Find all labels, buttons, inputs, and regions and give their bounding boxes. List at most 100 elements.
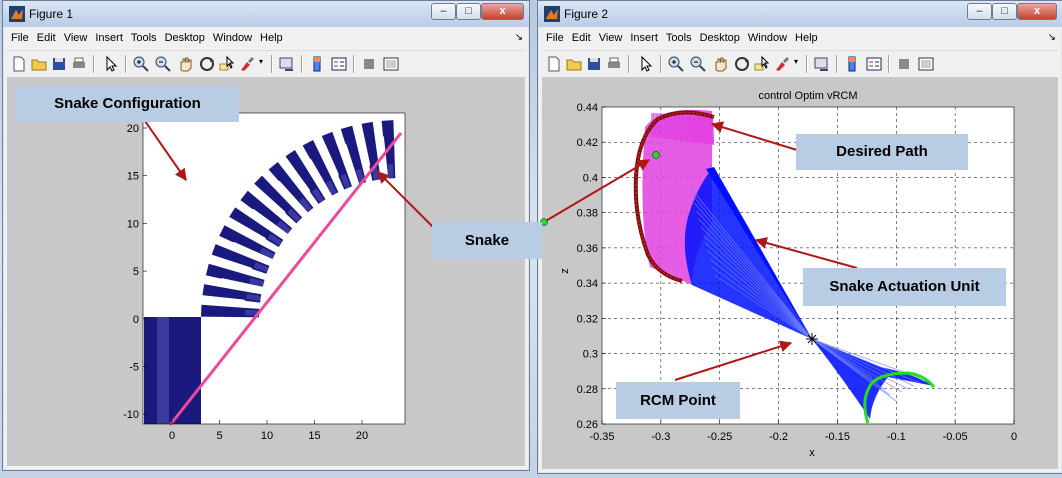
menu-edit[interactable]: Edit <box>568 28 595 44</box>
menu-file[interactable]: File <box>542 28 568 44</box>
pan-hand-icon[interactable] <box>175 54 195 74</box>
y-tick-label: 20 <box>127 123 139 135</box>
y-tick-label: 0.34 <box>577 278 598 290</box>
figure1-menubar: File Edit View Insert Tools Desktop Window Help… <box>7 28 525 49</box>
maximize-button[interactable]: □ <box>456 3 481 20</box>
close-button[interactable]: x <box>481 3 524 20</box>
new-figure-icon[interactable] <box>9 54 29 74</box>
x-tick-label: 0 <box>1011 431 1017 443</box>
menu-view[interactable]: View <box>60 28 92 44</box>
link-plot-icon[interactable] <box>812 54 832 74</box>
y-tick-label: 10 <box>127 218 139 230</box>
brush-dropdown-icon[interactable]: ▾ <box>259 57 263 66</box>
open-file-icon[interactable] <box>29 54 49 74</box>
y-tick-label: -5 <box>129 362 139 374</box>
menu-help[interactable]: Help <box>256 28 287 44</box>
open-file-icon[interactable] <box>564 54 584 74</box>
y-axis-label: z <box>559 268 571 274</box>
y-tick-label: 0.3 <box>583 349 598 361</box>
y-tick-label: 0.38 <box>577 208 598 220</box>
menu-tools[interactable]: Tools <box>127 28 161 44</box>
zoom-in-icon[interactable] <box>666 54 686 74</box>
close-button[interactable]: x <box>1017 3 1057 20</box>
show-plot-tools-icon[interactable] <box>381 54 401 74</box>
figure2-toolbar: ▾ <box>542 50 1058 78</box>
x-tick-label: -0.1 <box>887 431 906 443</box>
matlab-icon <box>544 6 560 22</box>
menu-edit[interactable]: Edit <box>33 28 60 44</box>
pointer-icon[interactable] <box>101 54 121 74</box>
menu-desktop[interactable]: Desktop <box>696 28 744 44</box>
figure2-menubar: File Edit View Insert Tools Desktop Window Help… <box>542 28 1058 49</box>
menu-file[interactable]: File <box>7 28 33 44</box>
y-tick-label: 0.36 <box>577 243 598 255</box>
brush-icon[interactable] <box>237 54 257 74</box>
x-tick-label: -0.25 <box>707 431 732 443</box>
print-icon[interactable] <box>69 54 89 74</box>
hide-plot-tools-icon[interactable] <box>894 54 914 74</box>
legend-icon[interactable] <box>329 54 349 74</box>
show-plot-tools-icon[interactable] <box>916 54 936 74</box>
hide-plot-tools-icon[interactable] <box>359 54 379 74</box>
data-cursor-icon[interactable] <box>217 54 237 74</box>
pointer-icon[interactable] <box>636 54 656 74</box>
brush-icon[interactable] <box>772 54 792 74</box>
label-snake: Snake <box>432 222 542 259</box>
menu-window[interactable]: Window <box>744 28 791 44</box>
data-cursor-icon[interactable] <box>752 54 772 74</box>
x-tick-label: -0.3 <box>651 431 670 443</box>
menu-desktop[interactable]: Desktop <box>161 28 209 44</box>
label-desired-path: Desired Path <box>796 134 968 170</box>
x-tick-label: 15 <box>308 430 320 442</box>
y-tick-label: 0.42 <box>577 137 598 149</box>
figure1-toolbar: ▾ <box>7 50 525 78</box>
x-axis-label: x <box>809 447 815 459</box>
link-plot-icon[interactable] <box>277 54 297 74</box>
zoom-out-icon[interactable] <box>688 54 708 74</box>
menu-window[interactable]: Window <box>209 28 256 44</box>
menu-help[interactable]: Help <box>791 28 822 44</box>
matlab-icon <box>9 6 25 22</box>
label-snake-actuation-unit: Snake Actuation Unit <box>803 268 1006 306</box>
zoom-in-icon[interactable] <box>131 54 151 74</box>
x-tick-label: 5 <box>216 430 222 442</box>
colorbar-icon[interactable] <box>307 54 327 74</box>
y-tick-label: -10 <box>123 409 139 421</box>
y-tick-label: 0.4 <box>583 172 598 184</box>
minimize-button[interactable]: – <box>967 3 992 20</box>
rotate-3d-icon[interactable] <box>197 54 217 74</box>
minimize-button[interactable]: – <box>431 3 456 20</box>
y-tick-label: 0.26 <box>577 419 598 431</box>
y-tick-label: 0.44 <box>577 102 598 114</box>
x-tick-label: 10 <box>261 430 273 442</box>
zoom-out-icon[interactable] <box>153 54 173 74</box>
label-rcm-point: RCM Point <box>616 382 740 419</box>
menu-tools[interactable]: Tools <box>662 28 696 44</box>
new-figure-icon[interactable] <box>544 54 564 74</box>
menu-insert[interactable]: Insert <box>626 28 662 44</box>
save-icon[interactable] <box>49 54 69 74</box>
x-tick-label: -0.05 <box>943 431 968 443</box>
snake-configuration-plot: 0 5 10 15 20 20 15 10 5 0 -5 -10 <box>123 112 406 442</box>
x-tick-label: -0.2 <box>769 431 788 443</box>
print-icon[interactable] <box>604 54 624 74</box>
figure1-titlebar[interactable]: Figure 1 – □ x <box>3 1 529 27</box>
dock-arrow-icon[interactable]: ↘ <box>515 32 523 43</box>
rotate-3d-icon[interactable] <box>732 54 752 74</box>
colorbar-icon[interactable] <box>842 54 862 74</box>
maximize-button[interactable]: □ <box>992 3 1017 20</box>
legend-icon[interactable] <box>864 54 884 74</box>
y-tick-label: 0 <box>133 314 139 326</box>
menu-insert[interactable]: Insert <box>91 28 127 44</box>
x-tick-label: -0.35 <box>589 431 614 443</box>
snake-base <box>144 317 201 424</box>
y-tick-label: 5 <box>133 266 139 278</box>
menu-view[interactable]: View <box>595 28 627 44</box>
label-snake-configuration: Snake Configuration <box>16 86 239 122</box>
snake-base-highlight <box>157 317 169 424</box>
save-icon[interactable] <box>584 54 604 74</box>
dock-arrow-icon[interactable]: ↘ <box>1048 32 1056 43</box>
brush-dropdown-icon[interactable]: ▾ <box>794 57 798 66</box>
figure2-titlebar[interactable]: Figure 2 – □ x <box>538 1 1062 27</box>
pan-hand-icon[interactable] <box>710 54 730 74</box>
